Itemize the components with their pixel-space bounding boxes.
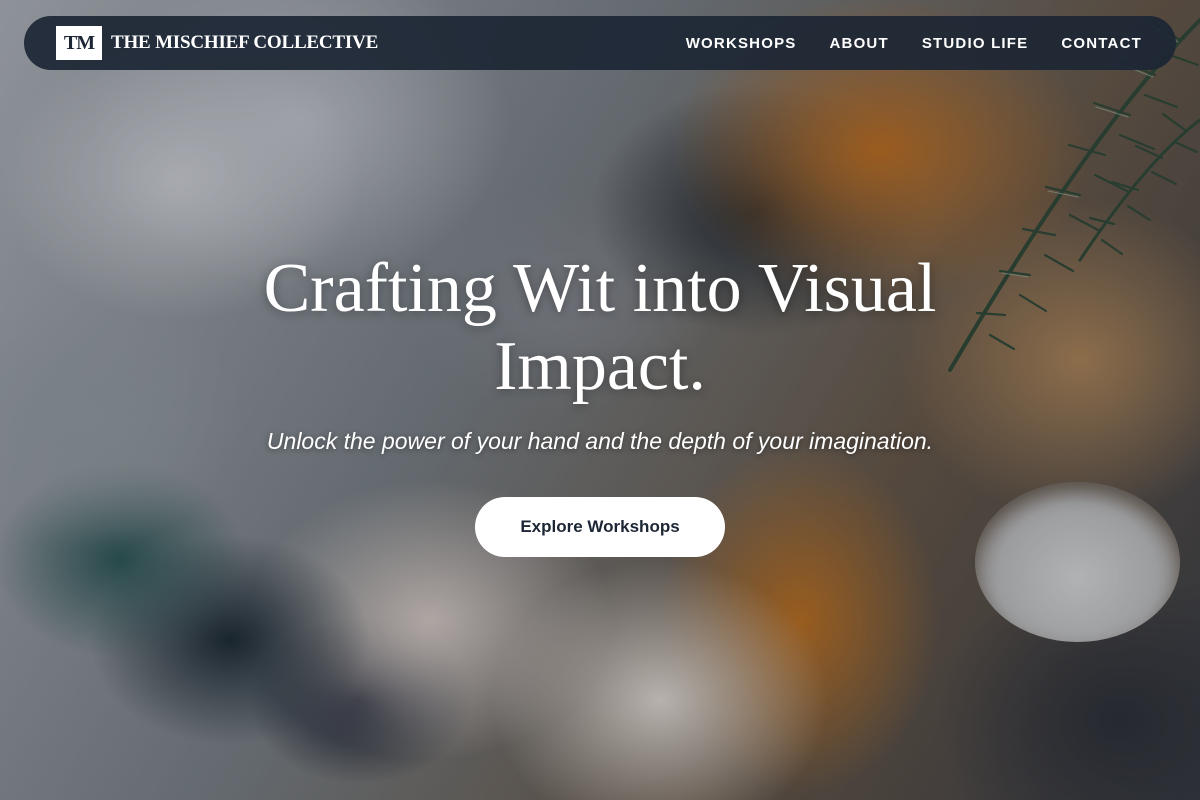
hero-title-line-1: Crafting Wit into Visual [263, 250, 937, 327]
nav-link-contact[interactable]: CONTACT [1061, 35, 1142, 52]
hero-title: Crafting Wit into Visual Impact. [190, 250, 1010, 406]
brand-name: THE MISCHIEF COLLECTIVE [111, 32, 379, 53]
explore-workshops-button[interactable]: Explore Workshops [475, 497, 725, 557]
nav-link-about[interactable]: ABOUT [830, 35, 889, 52]
hero-title-line-2: Impact. [494, 328, 706, 405]
hero-subtitle: Unlock the power of your hand and the de… [266, 428, 934, 454]
brand-logo-mark: TM [56, 26, 102, 60]
nav-link-studio-life[interactable]: STUDIO LIFE [922, 35, 1029, 52]
hero-section: Crafting Wit into Visual Impact. Unlock … [0, 250, 1200, 557]
nav-links: WORKSHOPS ABOUT STUDIO LIFE CONTACT [686, 35, 1142, 52]
brand-logo-link[interactable]: TM THE MISCHIEF COLLECTIVE [56, 26, 378, 60]
nav-link-workshops[interactable]: WORKSHOPS [686, 35, 797, 52]
top-navbar: TM THE MISCHIEF COLLECTIVE WORKSHOPS ABO… [24, 16, 1176, 70]
